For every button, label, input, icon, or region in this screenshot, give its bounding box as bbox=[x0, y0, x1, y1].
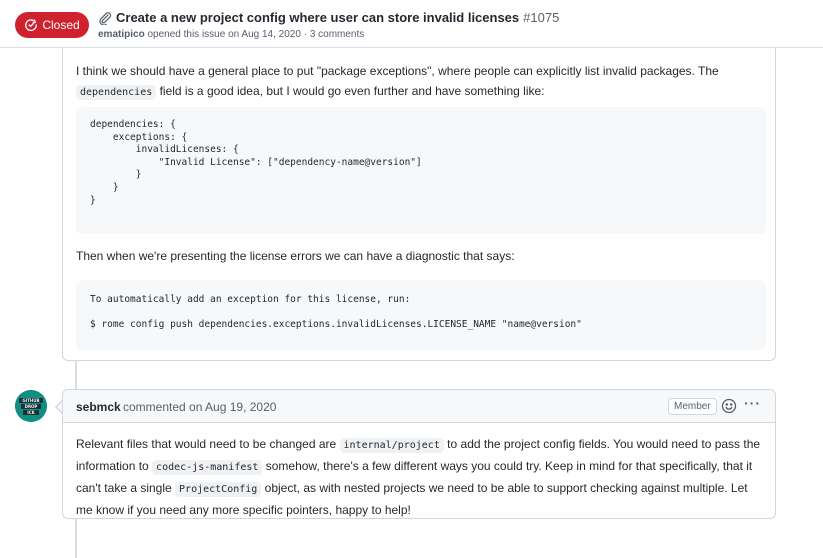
member-badge: Member bbox=[668, 398, 717, 415]
kebab-horizontal-icon[interactable]: ··· bbox=[744, 395, 761, 411]
comment-sebmck: sebmck commented on Aug 19, 2020 Member … bbox=[62, 389, 776, 519]
comment-body-first: I think we should have a general place t… bbox=[62, 48, 776, 361]
inline-code: codec-js-manifest bbox=[152, 460, 263, 475]
text-span: I think we should have a general place t… bbox=[76, 64, 719, 78]
avatar-image: GITHUB DROP ICK bbox=[15, 390, 47, 422]
inline-code: internal/project bbox=[339, 438, 444, 453]
timeline-connector bbox=[75, 518, 77, 558]
timeline-connector bbox=[75, 360, 77, 390]
comment-header: sebmck commented on Aug 19, 2020 Member … bbox=[63, 390, 775, 423]
svg-text:DROP: DROP bbox=[25, 404, 38, 409]
issue-closed-icon bbox=[25, 19, 38, 32]
smiley-icon[interactable] bbox=[721, 398, 737, 414]
avatar[interactable]: GITHUB DROP ICK bbox=[15, 390, 47, 422]
comment-body: Relevant files that would need to be cha… bbox=[76, 434, 766, 520]
code-block: dependencies: { exceptions: { invalidLic… bbox=[76, 107, 766, 234]
issue-state-label: Closed bbox=[42, 18, 80, 32]
issue-state-badge: Closed bbox=[15, 12, 89, 38]
paperclip-icon bbox=[99, 11, 112, 25]
code-line: To automatically add an exception for th… bbox=[90, 294, 411, 305]
comment-timestamp[interactable]: commented on Aug 19, 2020 bbox=[123, 400, 276, 414]
inline-code: ProjectConfig bbox=[175, 482, 262, 497]
svg-text:GITHUB: GITHUB bbox=[22, 398, 39, 403]
issue-number: #1075 bbox=[523, 10, 560, 25]
issue-sticky-header: Closed Create a new project config where… bbox=[0, 0, 823, 48]
issue-author-link[interactable]: ematipico bbox=[98, 29, 145, 40]
inline-code: dependencies bbox=[76, 85, 157, 100]
text-span: field is a good idea, but I would go eve… bbox=[156, 84, 545, 98]
code-line: $ rome config push dependencies.exceptio… bbox=[90, 319, 582, 330]
issue-opened-text: opened this issue on Aug 14, 2020 · 3 co… bbox=[147, 29, 365, 40]
comment-paragraph: I think we should have a general place t… bbox=[76, 61, 766, 103]
issue-meta: ematipico opened this issue on Aug 14, 2… bbox=[98, 29, 364, 40]
comment-author-link[interactable]: sebmck bbox=[76, 400, 121, 414]
code-block: To automatically add an exception for th… bbox=[76, 280, 766, 350]
text-span: Relevant files that would need to be cha… bbox=[76, 437, 340, 451]
issue-title[interactable]: Create a new project config where user c… bbox=[116, 10, 519, 25]
comment-paragraph: Then when we're presenting the license e… bbox=[76, 249, 515, 263]
issue-title-row: Create a new project config where user c… bbox=[98, 10, 559, 25]
svg-text:ICK: ICK bbox=[27, 410, 35, 415]
